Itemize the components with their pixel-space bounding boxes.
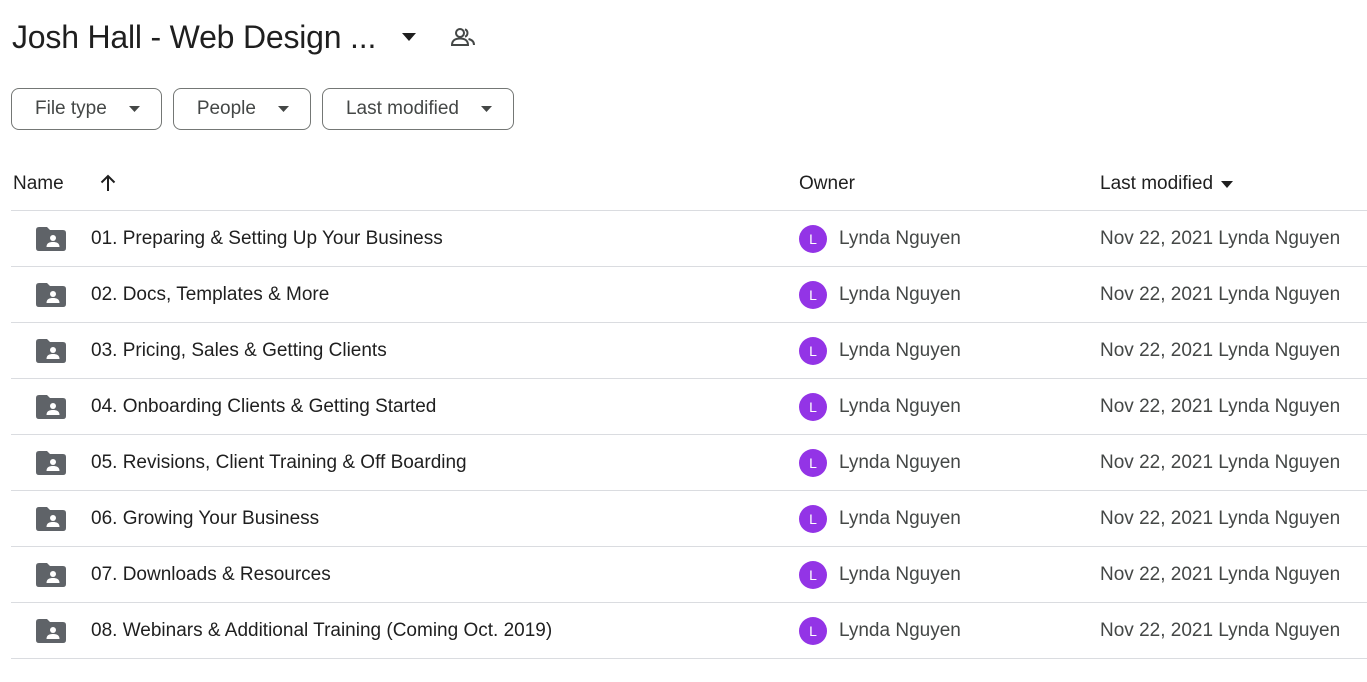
owner-name: Lynda Nguyen xyxy=(839,227,961,249)
owner-avatar: L xyxy=(799,617,827,645)
column-header-row: Name Owner Last modified xyxy=(0,160,1367,208)
chevron-down-icon xyxy=(277,103,290,115)
file-type-filter-label: File type xyxy=(35,98,107,119)
file-list: 01. Preparing & Setting Up Your Business… xyxy=(11,210,1367,659)
last-modified-text: Nov 22, 2021 Lynda Nguyen xyxy=(1100,339,1341,361)
chevron-down-icon xyxy=(128,103,141,115)
file-row[interactable]: 06. Growing Your Business L Lynda Nguyen… xyxy=(11,491,1367,547)
arrow-upward-icon[interactable] xyxy=(96,171,120,195)
owner-avatar: L xyxy=(799,561,827,589)
file-name: 02. Docs, Templates & More xyxy=(91,283,330,305)
last-modified-column-label: Last modified xyxy=(1100,173,1214,194)
last-modified-text: Nov 22, 2021 Lynda Nguyen xyxy=(1100,227,1341,249)
owner-avatar: L xyxy=(799,449,827,477)
owner-avatar: L xyxy=(799,281,827,309)
file-row[interactable]: 08. Webinars & Additional Training (Comi… xyxy=(11,603,1367,659)
people-filter-label: People xyxy=(196,98,256,119)
shared-folder-icon xyxy=(36,395,66,419)
file-name: 05. Revisions, Client Training & Off Boa… xyxy=(91,451,467,473)
owner-name: Lynda Nguyen xyxy=(839,507,961,529)
file-row[interactable]: 07. Downloads & Resources L Lynda Nguyen… xyxy=(11,547,1367,603)
file-type-filter[interactable]: File type xyxy=(11,88,162,130)
shared-folder-icon xyxy=(36,339,66,363)
owner-avatar: L xyxy=(799,337,827,365)
arrow-drop-down-icon[interactable] xyxy=(398,26,420,48)
shared-folder-icon xyxy=(36,563,66,587)
owner-name: Lynda Nguyen xyxy=(839,339,961,361)
last-modified-text: Nov 22, 2021 Lynda Nguyen xyxy=(1100,619,1341,641)
last-modified-filter[interactable]: Last modified xyxy=(321,88,514,130)
file-row[interactable]: 04. Onboarding Clients & Getting Started… xyxy=(11,379,1367,435)
chevron-down-icon xyxy=(481,103,493,115)
last-modified-text: Nov 22, 2021 Lynda Nguyen xyxy=(1100,451,1341,473)
file-name: 01. Preparing & Setting Up Your Business xyxy=(91,227,443,249)
owner-avatar: L xyxy=(799,225,827,253)
last-modified-column-header[interactable]: Last modified xyxy=(1100,160,1234,208)
shared-folder-icon xyxy=(36,507,66,531)
shared-folder-icon xyxy=(36,619,66,643)
owner-avatar: L xyxy=(799,505,827,533)
last-modified-text: Nov 22, 2021 Lynda Nguyen xyxy=(1100,507,1341,529)
owner-name: Lynda Nguyen xyxy=(839,619,961,641)
owner-name: Lynda Nguyen xyxy=(839,563,961,585)
folder-title: Josh Hall - Web Design ... xyxy=(12,18,377,55)
file-row[interactable]: 02. Docs, Templates & More L Lynda Nguye… xyxy=(11,267,1367,323)
filter-chips: File type People Last modified xyxy=(11,88,514,130)
last-modified-text: Nov 22, 2021 Lynda Nguyen xyxy=(1100,283,1341,305)
shared-folder-icon xyxy=(36,451,66,475)
owner-avatar: L xyxy=(799,393,827,421)
file-name: 04. Onboarding Clients & Getting Started xyxy=(91,395,437,417)
name-column-header[interactable]: Name xyxy=(13,160,64,208)
last-modified-text: Nov 22, 2021 Lynda Nguyen xyxy=(1100,395,1341,417)
file-name: 06. Growing Your Business xyxy=(91,507,320,529)
file-name: 07. Downloads & Resources xyxy=(91,563,331,585)
header: Josh Hall - Web Design ... xyxy=(12,14,476,60)
file-name: 08. Webinars & Additional Training (Comi… xyxy=(91,619,553,641)
shared-folder-icon xyxy=(36,283,66,307)
owner-name: Lynda Nguyen xyxy=(839,395,961,417)
owner-name: Lynda Nguyen xyxy=(839,451,961,473)
file-row[interactable]: 05. Revisions, Client Training & Off Boa… xyxy=(11,435,1367,491)
arrow-drop-down-icon xyxy=(1221,180,1234,188)
last-modified-text: Nov 22, 2021 Lynda Nguyen xyxy=(1100,563,1341,585)
owner-name: Lynda Nguyen xyxy=(839,283,961,305)
file-row[interactable]: 01. Preparing & Setting Up Your Business… xyxy=(11,211,1367,267)
last-modified-filter-label: Last modified xyxy=(345,98,459,119)
file-row[interactable]: 03. Pricing, Sales & Getting Clients L L… xyxy=(11,323,1367,379)
people-filter[interactable]: People xyxy=(172,88,311,130)
file-name: 03. Pricing, Sales & Getting Clients xyxy=(91,339,387,361)
owner-column-header: Owner xyxy=(799,173,855,194)
people-icon[interactable] xyxy=(450,24,476,50)
shared-folder-icon xyxy=(36,227,66,251)
